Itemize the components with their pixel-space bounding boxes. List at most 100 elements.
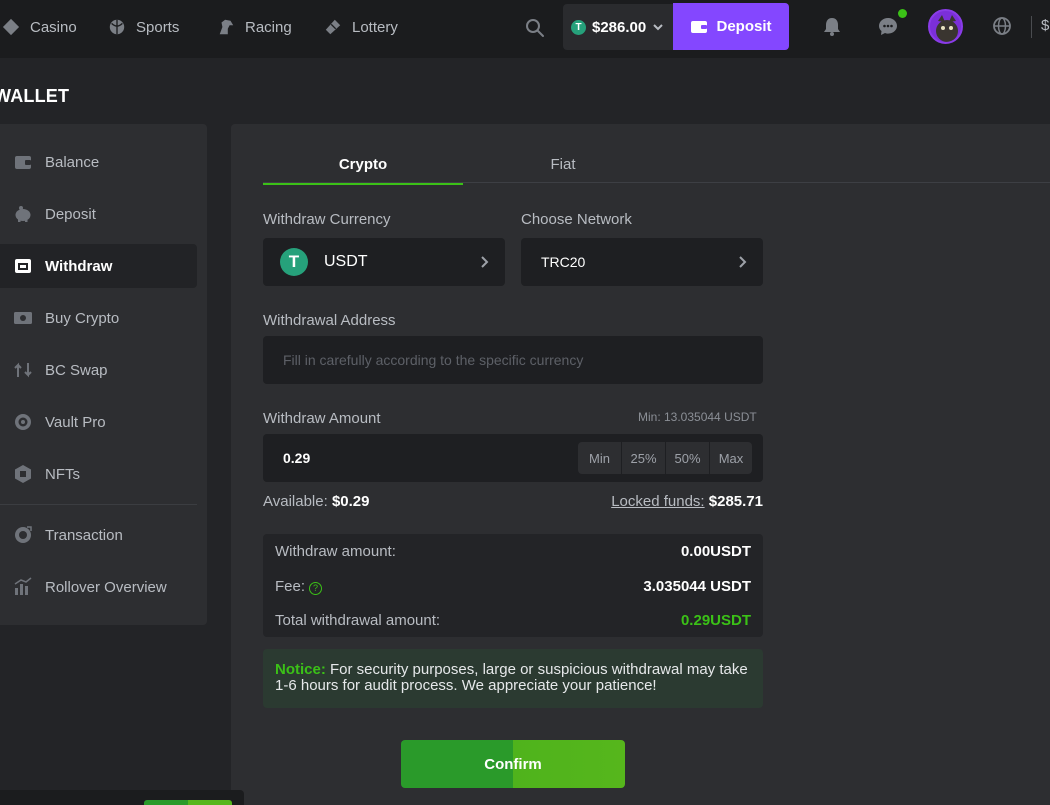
sidebar-item-label: Rollover Overview bbox=[45, 578, 167, 596]
summary-row-withdraw: Withdraw amount: 0.00USDT bbox=[275, 543, 751, 560]
available-balance: Available: $0.29 bbox=[263, 493, 370, 510]
tether-coin-icon: T bbox=[571, 19, 586, 35]
summary-row-total: Total withdrawal amount: 0.29USDT bbox=[275, 612, 751, 629]
chat-notification-dot bbox=[898, 9, 907, 18]
sidebar-item-label: Vault Pro bbox=[45, 413, 106, 431]
network-value: TRC20 bbox=[541, 254, 586, 270]
racing-icon bbox=[219, 19, 234, 35]
sidebar-item-rollover-overview[interactable]: Rollover Overview bbox=[0, 565, 197, 609]
amount-input[interactable]: 0.29 Min 25% 50% Max bbox=[263, 434, 763, 482]
currency-value: USDT bbox=[324, 253, 368, 270]
sidebar-item-label: Withdraw bbox=[45, 257, 113, 275]
25-percent-button[interactable]: 25% bbox=[621, 442, 665, 474]
swap-icon bbox=[14, 362, 32, 378]
network-select[interactable]: TRC20 bbox=[521, 238, 763, 286]
currency-symbol: $ bbox=[1041, 17, 1050, 34]
available-label: Available: bbox=[263, 493, 328, 510]
sidebar-item-label: Transaction bbox=[45, 526, 123, 544]
sidebar-item-label: Balance bbox=[45, 153, 100, 171]
summary-fee-value: 3.035044 USDT bbox=[643, 578, 751, 595]
confirm-button[interactable]: Confirm bbox=[401, 740, 625, 788]
nft-icon bbox=[15, 465, 31, 483]
sidebar-item-bc-swap[interactable]: BC Swap bbox=[0, 348, 197, 392]
avatar[interactable] bbox=[928, 9, 963, 44]
chat-icon[interactable] bbox=[877, 15, 899, 37]
deposit-button[interactable]: Deposit bbox=[673, 3, 789, 50]
bell-icon[interactable] bbox=[821, 15, 843, 37]
summary-row-fee: Fee:? 3.035044 USDT bbox=[275, 578, 751, 595]
topbar-divider bbox=[1031, 16, 1032, 38]
nav-lottery-label: Lottery bbox=[352, 18, 398, 36]
help-icon[interactable]: ? bbox=[309, 582, 323, 595]
nav-sports-label: Sports bbox=[136, 18, 180, 36]
withdraw-panel: Crypto Fiat Withdraw Currency T USDT Cho… bbox=[231, 124, 1050, 805]
balance-selector[interactable]: T $286.00 bbox=[563, 4, 673, 50]
withdrawal-address-input[interactable] bbox=[263, 336, 763, 384]
sidebar-item-deposit[interactable]: Deposit bbox=[0, 192, 197, 236]
address-field-wrap bbox=[263, 336, 763, 384]
notice-label: Notice: bbox=[275, 661, 326, 678]
sidebar-item-nfts[interactable]: NFTs bbox=[0, 452, 197, 496]
min-button[interactable]: Min bbox=[578, 442, 621, 474]
min-amount-text: Min: 13.035044 USDT bbox=[638, 410, 757, 424]
lottery-icon bbox=[325, 19, 341, 35]
tether-logo-icon: T bbox=[280, 248, 308, 276]
sports-icon bbox=[109, 19, 125, 35]
chevron-down-icon bbox=[653, 24, 663, 31]
nav-sports[interactable]: Sports bbox=[108, 0, 179, 54]
sidebar-item-label: BC Swap bbox=[45, 361, 108, 379]
amount-presets: Min 25% 50% Max bbox=[578, 442, 752, 474]
summary-total-label: Total withdrawal amount: bbox=[275, 612, 441, 629]
nav-casino-label: Casino bbox=[30, 18, 77, 36]
wallet-icon bbox=[691, 20, 708, 33]
locked-funds: Locked funds: $285.71 bbox=[611, 493, 763, 510]
security-notice: Notice: For security purposes, large or … bbox=[263, 649, 763, 708]
summary-total-value: 0.29USDT bbox=[680, 612, 751, 629]
50-percent-button[interactable]: 50% bbox=[665, 442, 709, 474]
piggy-bank-icon bbox=[15, 206, 31, 222]
bottom-widget-button[interactable] bbox=[144, 800, 232, 805]
cash-icon bbox=[14, 312, 32, 324]
sidebar-item-label: Buy Crypto bbox=[45, 309, 120, 327]
transaction-icon bbox=[15, 526, 32, 543]
sidebar-item-withdraw[interactable]: Withdraw bbox=[0, 244, 197, 288]
amount-value: 0.29 bbox=[283, 450, 311, 466]
nav-lottery[interactable]: Lottery bbox=[324, 0, 398, 54]
network-label: Choose Network bbox=[521, 211, 632, 228]
top-bar: Casino Sports Racing Lottery T $286.00 D… bbox=[0, 0, 1050, 58]
search-icon[interactable] bbox=[524, 17, 546, 39]
sidebar-item-label: NFTs bbox=[45, 465, 80, 483]
available-value: $0.29 bbox=[331, 493, 370, 510]
wallet-icon bbox=[15, 156, 31, 169]
locked-funds-link[interactable]: Locked funds: bbox=[611, 493, 704, 510]
locked-funds-value: $285.71 bbox=[708, 493, 763, 510]
currency-label: Withdraw Currency bbox=[263, 211, 391, 228]
withdraw-icon bbox=[15, 259, 31, 273]
tab-fiat[interactable]: Fiat bbox=[463, 156, 663, 184]
sidebar-item-balance[interactable]: Balance bbox=[0, 140, 197, 184]
summary-fee-label: Fee: bbox=[275, 578, 306, 595]
casino-icon bbox=[2, 18, 20, 36]
chevron-right-icon bbox=[481, 256, 489, 268]
summary-withdraw-value: 0.00USDT bbox=[680, 543, 751, 560]
sidebar: Balance Deposit Withdraw Buy Crypto BC S… bbox=[0, 124, 207, 625]
notice-text: For security purposes, large or suspicio… bbox=[275, 661, 748, 694]
tab-crypto[interactable]: Crypto bbox=[263, 156, 463, 185]
chart-icon bbox=[14, 577, 32, 595]
avatar-image bbox=[936, 15, 958, 42]
deposit-button-label: Deposit bbox=[716, 18, 772, 35]
nav-racing[interactable]: Racing bbox=[217, 0, 292, 54]
sidebar-item-transaction[interactable]: Transaction bbox=[0, 513, 197, 557]
nav-casino[interactable]: Casino bbox=[2, 0, 77, 54]
nav-racing-label: Racing bbox=[245, 18, 292, 36]
summary-withdraw-label: Withdraw amount: bbox=[275, 543, 396, 560]
sidebar-item-buy-crypto[interactable]: Buy Crypto bbox=[0, 296, 197, 340]
bottom-widget bbox=[0, 790, 244, 805]
max-button[interactable]: Max bbox=[709, 442, 752, 474]
address-label: Withdrawal Address bbox=[263, 312, 396, 329]
withdraw-summary: Withdraw amount: 0.00USDT Fee:? 3.035044… bbox=[263, 534, 763, 637]
sidebar-divider bbox=[0, 504, 197, 505]
currency-select[interactable]: T USDT bbox=[263, 238, 505, 286]
sidebar-item-vault-pro[interactable]: Vault Pro bbox=[0, 400, 197, 444]
globe-icon[interactable] bbox=[991, 15, 1013, 37]
